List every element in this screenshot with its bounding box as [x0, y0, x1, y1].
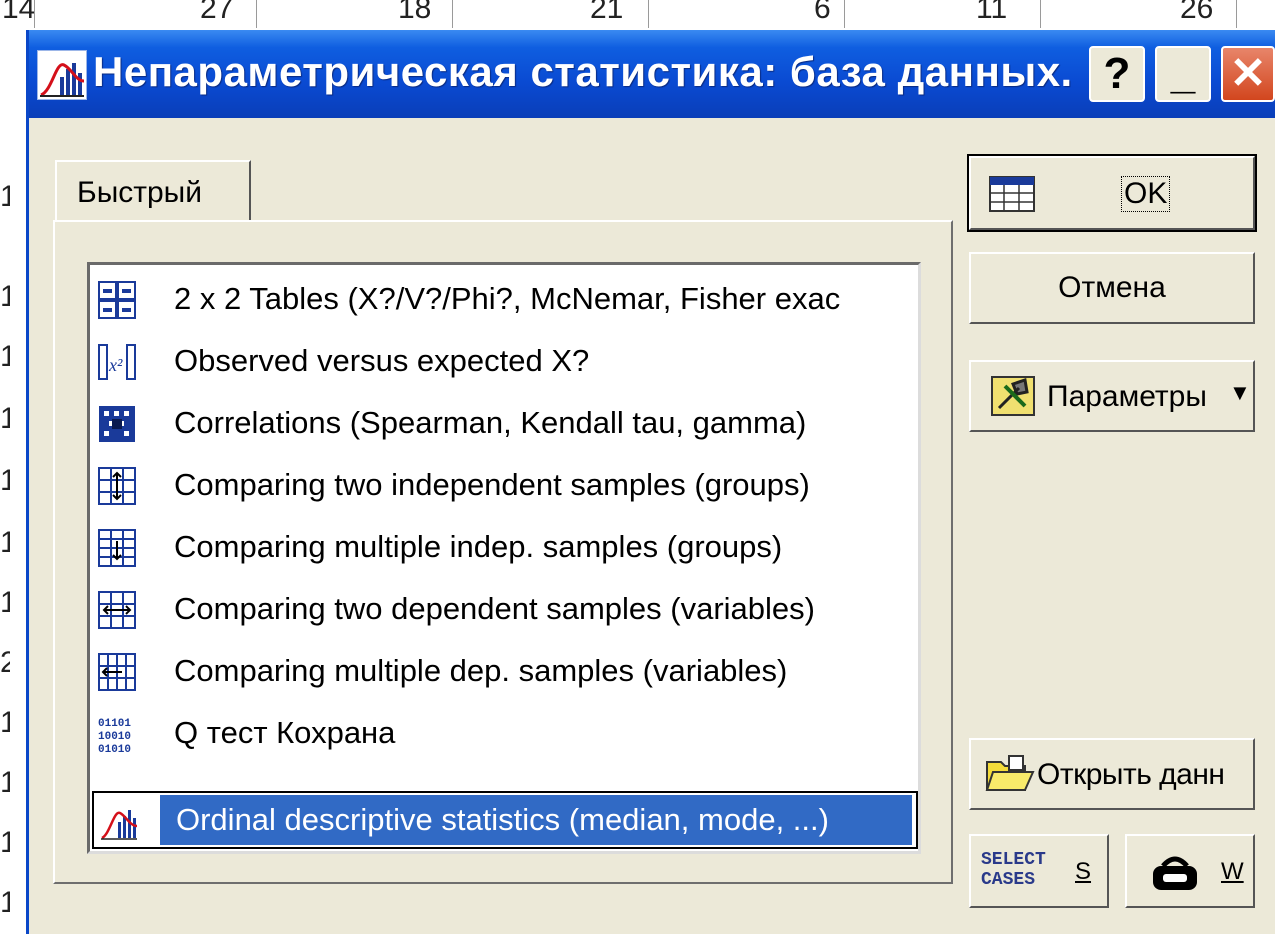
- minimize-button[interactable]: _: [1155, 46, 1211, 102]
- options-button[interactable]: Параметры ▼: [969, 360, 1255, 432]
- list-item-label: Comparing multiple indep. samples (group…: [174, 529, 783, 564]
- sheet-gridline: [1236, 0, 1237, 28]
- list-item-label: Ordinal descriptive statistics (median, …: [176, 802, 829, 837]
- svg-text:01101: 01101: [98, 718, 131, 730]
- tab-quick[interactable]: Быстрый: [55, 160, 251, 222]
- list-item-label: Q тест Кохрана: [174, 715, 396, 750]
- select-cases-button[interactable]: SELECT CASES S: [969, 834, 1109, 908]
- table-2x2-icon: [98, 281, 136, 319]
- sheet-gridline: [1040, 0, 1041, 28]
- sheet-cell: 27: [200, 0, 234, 25]
- options-button-label: Параметры: [1047, 380, 1207, 413]
- sheet-row-marker: 1: [0, 340, 10, 373]
- sheet-row-marker: 1: [0, 526, 10, 559]
- list-item[interactable]: 2 x 2 Tables (X?/V?/Phi?, McNemar, Fishe…: [92, 269, 916, 331]
- open-data-button[interactable]: Открыть данн: [969, 738, 1255, 810]
- list-item-label: Comparing multiple dep. samples (variabl…: [174, 653, 788, 688]
- sheet-gridline: [34, 0, 35, 28]
- spreadsheet-icon: [989, 176, 1035, 212]
- list-item-label: Comparing two dependent samples (variabl…: [174, 591, 815, 626]
- list-item[interactable]: Comparing two dependent samples (variabl…: [92, 579, 916, 641]
- sheet-cell: 26: [1180, 0, 1214, 25]
- cancel-button[interactable]: Отмена: [969, 252, 1255, 324]
- analysis-list[interactable]: 2 x 2 Tables (X?/V?/Phi?, McNemar, Fishe…: [87, 262, 921, 854]
- sheet-gridline: [648, 0, 649, 28]
- ordinal-stats-icon: [101, 810, 138, 840]
- dropdown-arrow-icon: ▼: [1229, 380, 1251, 405]
- sheet-gridline: [844, 0, 845, 28]
- weight-icon: [1153, 856, 1197, 890]
- sheet-gridline: [256, 0, 257, 28]
- svg-text:10010: 10010: [98, 731, 131, 743]
- weight-shortcut: W: [1221, 858, 1244, 885]
- statistics-app-icon: [37, 50, 87, 100]
- ok-button-label: OK: [1121, 176, 1171, 212]
- sheet-row-marker: 1: [0, 402, 10, 435]
- title-bar[interactable]: Непараметрическая статистика: база данны…: [29, 30, 1275, 118]
- spreadsheet-header-strip: 14 27 18 21 6 11 26: [0, 0, 1275, 30]
- list-item[interactable]: x² Observed versus expected X?: [92, 331, 916, 393]
- sheet-row-marker: 1: [0, 464, 10, 497]
- sheet-cell: 11: [976, 0, 1008, 25]
- sheet-cell: 6: [814, 0, 831, 25]
- help-button[interactable]: ?: [1089, 46, 1145, 102]
- weight-button[interactable]: W: [1125, 834, 1255, 908]
- sheet-cell: 18: [398, 0, 432, 25]
- svg-text:01010: 01010: [98, 744, 131, 753]
- list-item[interactable]: Comparing two independent samples (group…: [92, 455, 916, 517]
- sheet-cell: 21: [590, 0, 624, 25]
- observed-expected-icon: x²: [98, 344, 136, 380]
- select-cases-line1: SELECT: [981, 850, 1046, 870]
- open-data-button-label: Открыть данн: [1037, 758, 1225, 791]
- select-cases-shortcut: S: [1075, 858, 1092, 885]
- sheet-row-marker: 1: [0, 280, 10, 313]
- tools-icon: [991, 376, 1035, 416]
- binary-data-icon: 01101 10010 01010: [98, 718, 131, 753]
- list-item[interactable]: 01101 10010 01010 Q тест Кохрана: [92, 703, 916, 765]
- sheet-row-marker: 1: [0, 766, 10, 799]
- sheet-row-marker: 1: [0, 706, 10, 739]
- sheet-gridline: [452, 0, 453, 28]
- sheet-row-marker: 1: [0, 180, 10, 213]
- list-item[interactable]: Comparing multiple dep. samples (variabl…: [92, 641, 916, 703]
- sheet-row-marker: 1: [0, 586, 10, 619]
- list-item-selected[interactable]: Ordinal descriptive statistics (median, …: [92, 791, 918, 849]
- open-folder-icon: [985, 755, 1035, 791]
- nonparametric-dialog: Непараметрическая статистика: база данны…: [26, 30, 1275, 934]
- list-item-label: 2 x 2 Tables (X?/V?/Phi?, McNemar, Fishe…: [174, 281, 841, 316]
- two-dependent-samples-icon: [98, 591, 136, 629]
- sheet-row-marker: 2: [0, 646, 10, 679]
- select-cases-icon: SELECT CASES: [981, 850, 1046, 890]
- close-button[interactable]: ✕: [1221, 46, 1275, 102]
- list-item-label: Correlations (Spearman, Kendall tau, gam…: [174, 405, 807, 440]
- window-title: Непараметрическая статистика: база данны…: [93, 48, 1073, 95]
- two-independent-samples-icon: [98, 467, 136, 505]
- tab-quick-label: Быстрый: [77, 176, 202, 209]
- ok-button[interactable]: OK: [967, 154, 1257, 232]
- sheet-cell: 14: [2, 0, 36, 25]
- list-item[interactable]: Correlations (Spearman, Kendall tau, gam…: [92, 393, 916, 455]
- sheet-row-marker: 1: [0, 826, 10, 859]
- multiple-independent-samples-icon: [98, 529, 136, 567]
- correlation-matrix-icon: [99, 406, 135, 442]
- multiple-dependent-samples-icon: [98, 653, 136, 691]
- sheet-row-marker: 1: [0, 886, 10, 919]
- list-item-label: Observed versus expected X?: [174, 343, 590, 378]
- list-item-label: Comparing two independent samples (group…: [174, 467, 810, 502]
- select-cases-line2: CASES: [981, 870, 1036, 890]
- list-item[interactable]: Comparing multiple indep. samples (group…: [92, 517, 916, 579]
- svg-text:x²: x²: [108, 355, 123, 375]
